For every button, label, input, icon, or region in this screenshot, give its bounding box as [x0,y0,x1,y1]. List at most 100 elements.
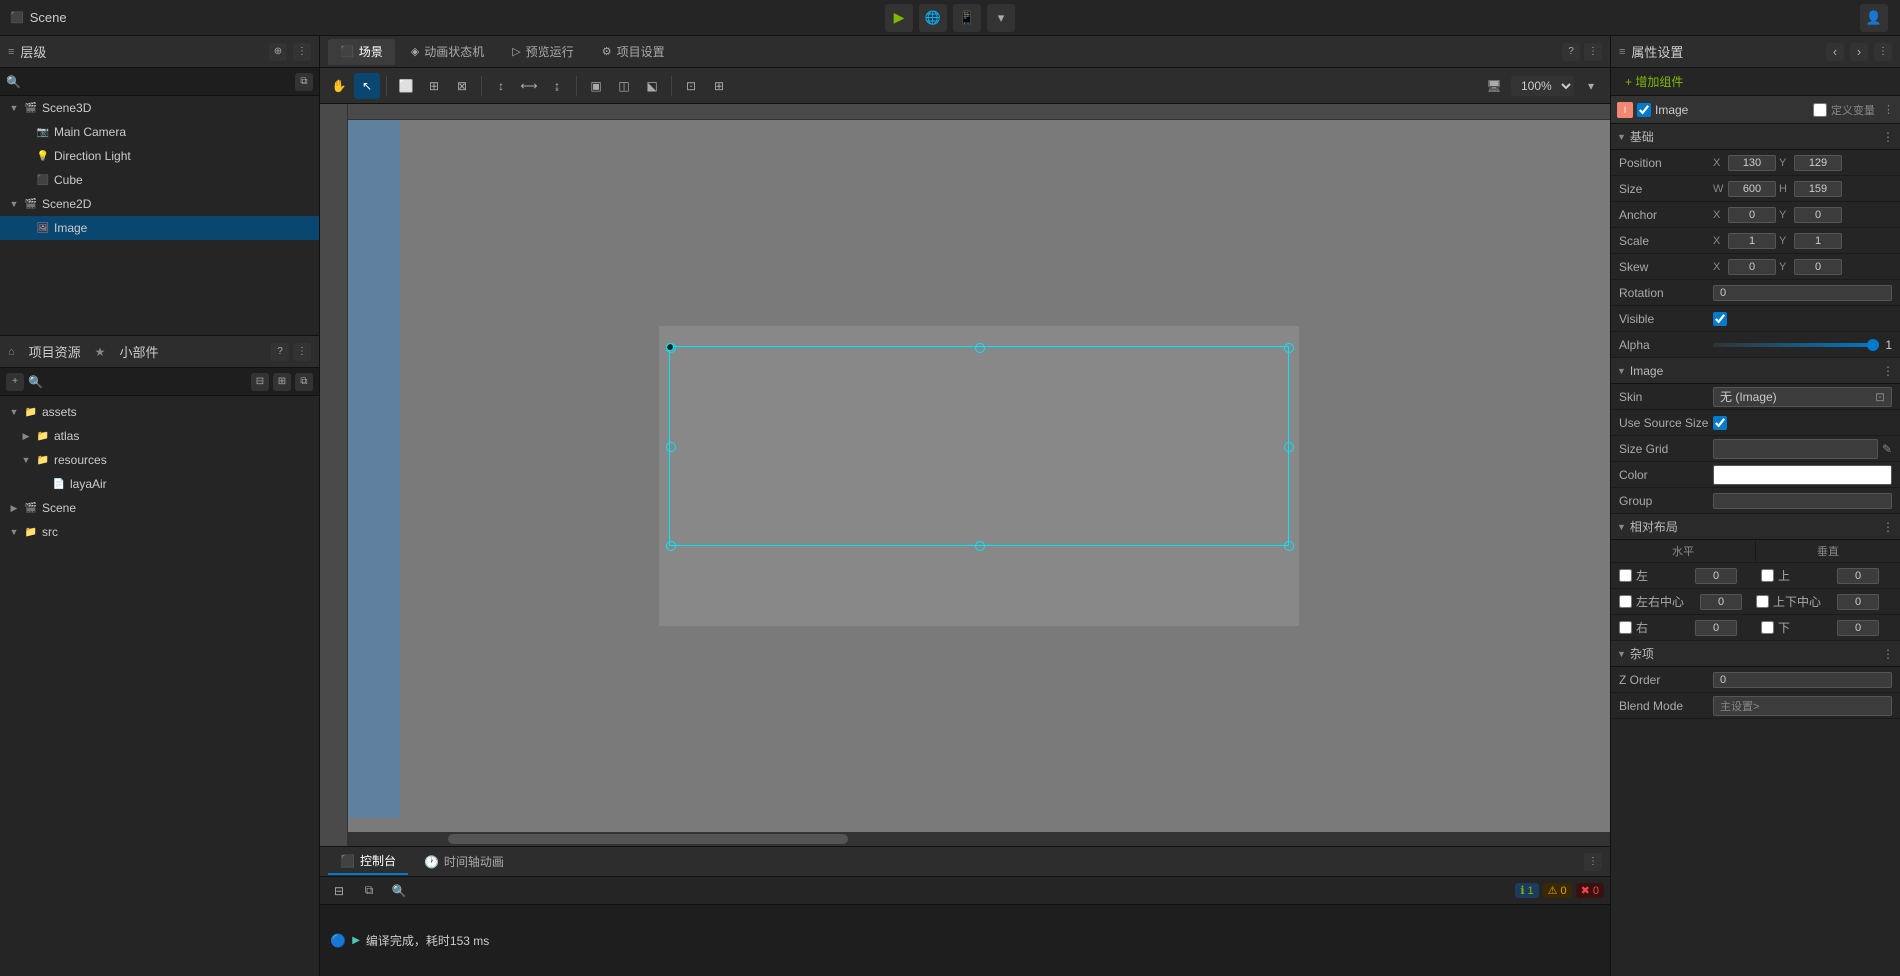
assets-copy-button[interactable]: ⧉ [295,373,313,391]
tool-grid1[interactable]: ▣ [583,73,609,99]
console-copy-button[interactable]: ⧉ [356,878,382,904]
tree-item-assets[interactable]: ▼ 📁 assets [0,400,319,424]
tree-item-scene-asset[interactable]: ▶ 🎬 Scene [0,496,319,520]
component-menu[interactable]: ⋮ [1883,103,1894,116]
tree-item-main-camera[interactable]: 📷 Main Camera [0,120,319,144]
tab-project-settings[interactable]: ⚙ 项目设置 [590,39,677,65]
image-selection-box[interactable] [669,346,1289,546]
tool-move-h[interactable]: ⟷ [516,73,542,99]
tree-item-direction-light[interactable]: 💡 Direction Light [0,144,319,168]
globe-button[interactable]: 🌐 [919,4,947,32]
use-source-size-checkbox[interactable] [1713,416,1727,430]
scene-canvas[interactable] [659,326,1299,626]
position-y-input[interactable]: 129 [1794,155,1842,171]
anchor-y-input[interactable]: 0 [1794,207,1842,223]
canvas-area[interactable] [320,104,1610,846]
zoom-more-btn[interactable]: ▾ [1578,73,1604,99]
play-button[interactable]: ▶ [885,4,913,32]
handle-ml[interactable] [666,442,674,450]
scene-menu-button[interactable]: ⋮ [1584,43,1602,61]
tree-item-image[interactable]: 🖼 Image [0,216,319,240]
tree-item-src[interactable]: ▼ 📁 src [0,520,319,544]
tab-preview[interactable]: ▷ 预览运行 [500,39,585,65]
handle-tl[interactable] [666,343,674,351]
rl-down-input[interactable]: 0 [1837,620,1879,636]
size-w-input[interactable]: 600 [1728,181,1776,197]
rl-tbcenter-check[interactable] [1756,595,1769,608]
mobile-button[interactable]: 📱 [953,4,981,32]
props-nav-prev[interactable]: ‹ [1826,43,1844,61]
position-x-input[interactable]: 130 [1728,155,1776,171]
section-image-header[interactable]: ▼ Image ⋮ [1611,358,1900,384]
canvas-scrollbar-thumb[interactable] [448,834,848,844]
rl-right-input[interactable]: 0 [1695,620,1737,636]
scale-x-input[interactable]: 1 [1728,233,1776,249]
visible-checkbox[interactable] [1713,312,1727,326]
props-menu[interactable]: ⋮ [1874,43,1892,61]
more-button[interactable]: ▾ [987,4,1015,32]
tool-grid2[interactable]: ◫ [611,73,637,99]
tool-rect3[interactable]: ⊠ [449,73,475,99]
rl-down-check[interactable] [1761,621,1774,634]
hierarchy-search-input[interactable] [25,75,291,89]
assets-tab-widget[interactable]: 小部件 [113,342,164,361]
size-grid-input[interactable] [1713,439,1878,459]
rl-up-input[interactable]: 0 [1837,568,1879,584]
tab-console[interactable]: ⬛ 控制台 [328,849,408,875]
section-misc-menu[interactable]: ⋮ [1882,647,1894,661]
handle-bl[interactable] [666,541,674,549]
section-basic-menu[interactable]: ⋮ [1882,130,1894,144]
component-enabled-checkbox[interactable] [1637,103,1651,117]
user-button[interactable]: 👤 [1860,4,1888,32]
tab-timeline[interactable]: 🕐 时间轴动画 [412,849,516,875]
rl-right-check[interactable] [1619,621,1632,634]
zoom-select[interactable]: 100% 75% 50% 150% [1511,76,1574,96]
section-misc-header[interactable]: ▼ 杂项 ⋮ [1611,641,1900,667]
console-menu-button[interactable]: ⋮ [1584,853,1602,871]
tool-grid3[interactable]: ⬕ [639,73,665,99]
rl-lrcenter-input[interactable]: 0 [1700,594,1742,610]
tool-move-v[interactable]: ↕ [488,73,514,99]
tab-animation-state[interactable]: ◈ 动画状态机 [399,39,496,65]
rl-left-input[interactable]: 0 [1695,568,1737,584]
handle-bc[interactable] [975,541,983,549]
skin-value[interactable]: 无 (Image) ⊡ [1713,387,1892,407]
canvas-scrollbar-h[interactable] [348,832,1610,846]
console-clear-button[interactable]: ⊟ [326,878,352,904]
rl-left-check[interactable] [1619,569,1632,582]
z-order-input[interactable]: 0 [1713,672,1892,688]
add-component-button[interactable]: + 增加组件 [1619,71,1689,92]
hierarchy-copy-button[interactable]: ⧉ [295,73,313,91]
tab-scene[interactable]: ⬛ 场景 [328,39,395,65]
console-search-button[interactable]: 🔍 [386,878,412,904]
section-basic-header[interactable]: ▼ 基础 ⋮ [1611,124,1900,150]
tool-pin[interactable]: ⊡ [678,73,704,99]
assets-search-input[interactable] [47,375,247,389]
define-var-checkbox[interactable] [1813,103,1827,117]
size-h-input[interactable]: 159 [1794,181,1842,197]
scale-y-input[interactable]: 1 [1794,233,1842,249]
tree-item-atlas[interactable]: ▶ 📁 atlas [0,424,319,448]
tool-move-d[interactable]: ↨ [544,73,570,99]
assets-tab-project[interactable]: 项目资源 [23,342,87,361]
assets-menu-button[interactable]: ⋮ [293,343,311,361]
canvas-viewport[interactable] [348,120,1610,832]
section-image-menu[interactable]: ⋮ [1882,364,1894,378]
tree-item-cube[interactable]: ⬛ Cube [0,168,319,192]
tree-item-scene3d[interactable]: ▼ 🎬 Scene3D [0,96,319,120]
color-swatch[interactable] [1713,465,1892,485]
tree-item-resources[interactable]: ▼ 📁 resources [0,448,319,472]
hierarchy-add-button[interactable]: ⊕ [269,43,287,61]
assets-filter-button[interactable]: ⊟ [251,373,269,391]
rl-tbcenter-input[interactable]: 0 [1837,594,1879,610]
section-rl-menu[interactable]: ⋮ [1882,520,1894,534]
handle-mr[interactable] [1284,442,1292,450]
skin-browse-button[interactable]: ⊡ [1875,390,1885,404]
tool-rect2[interactable]: ⊞ [421,73,447,99]
scene-display-btn[interactable]: 🖥 [1481,73,1507,99]
tool-hand[interactable]: ✋ [326,73,352,99]
assets-grid-button[interactable]: ⊞ [273,373,291,391]
tool-grid4[interactable]: ⊞ [706,73,732,99]
rl-lrcenter-check[interactable] [1619,595,1632,608]
rl-up-check[interactable] [1761,569,1774,582]
